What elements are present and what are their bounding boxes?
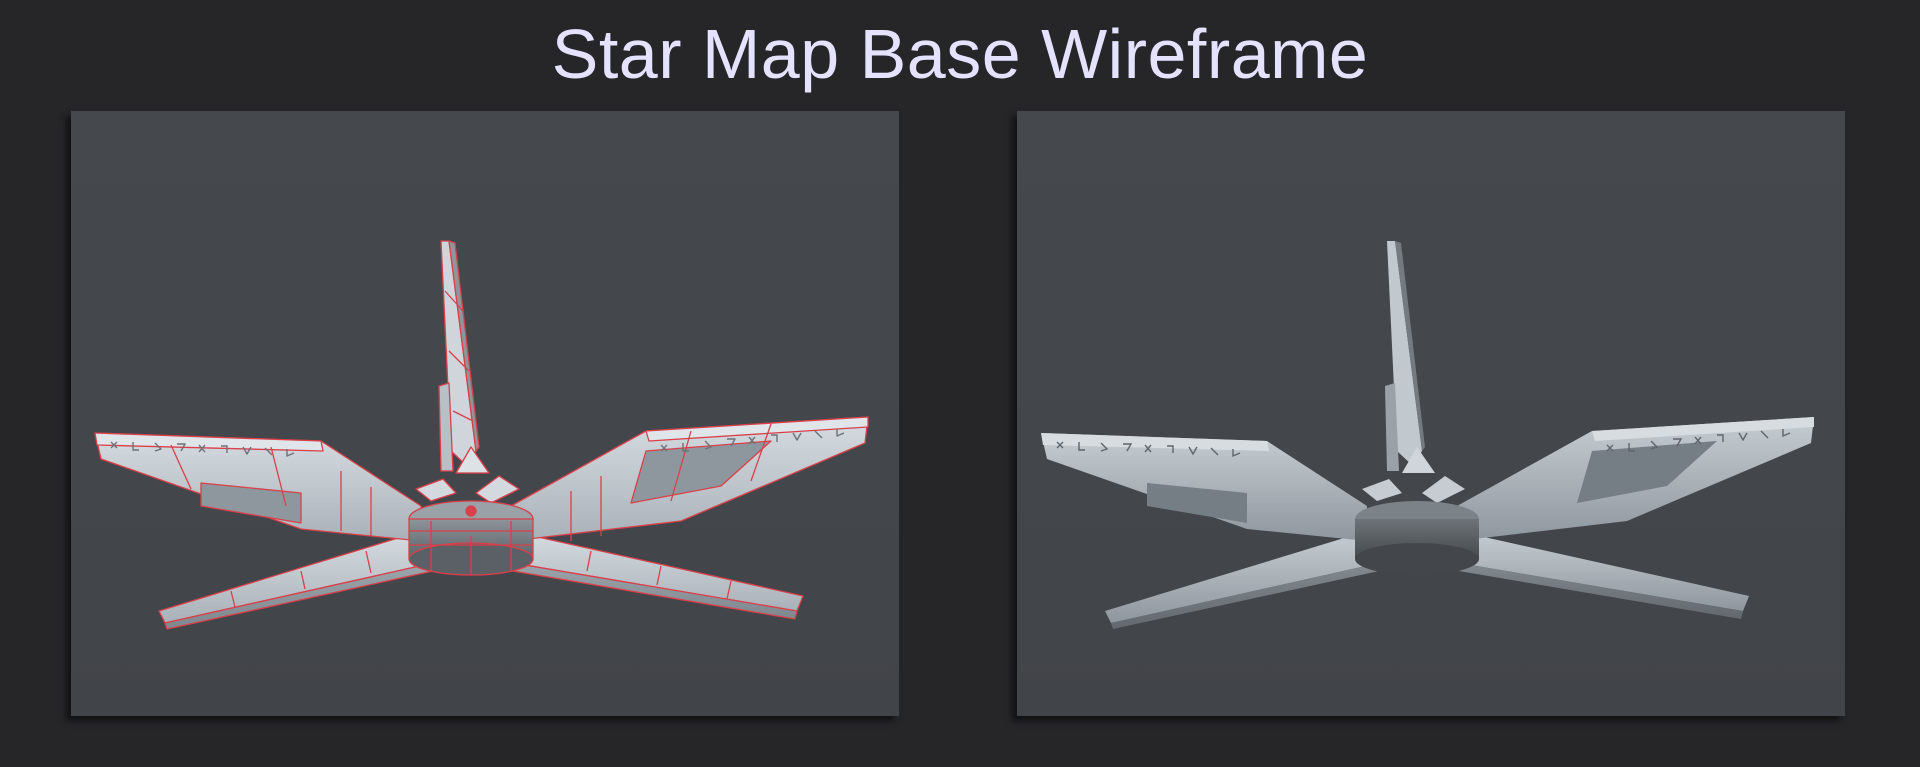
model-group	[1041, 241, 1814, 629]
shaded-render-panel	[1017, 111, 1845, 716]
wireframe-render-panel	[71, 111, 899, 716]
hub-core-light	[465, 505, 477, 517]
wireframe-model	[94, 240, 869, 630]
render-sheet: Star Map Base Wireframe	[0, 0, 1920, 767]
hub-fin-left	[1362, 479, 1402, 501]
hub-fin-right	[1422, 476, 1465, 503]
page-title: Star Map Base Wireframe	[551, 15, 1369, 93]
model-group	[94, 240, 869, 630]
shaded-model	[1041, 241, 1814, 629]
hub-fin-right	[475, 475, 520, 504]
hub-fin-left	[415, 478, 457, 502]
